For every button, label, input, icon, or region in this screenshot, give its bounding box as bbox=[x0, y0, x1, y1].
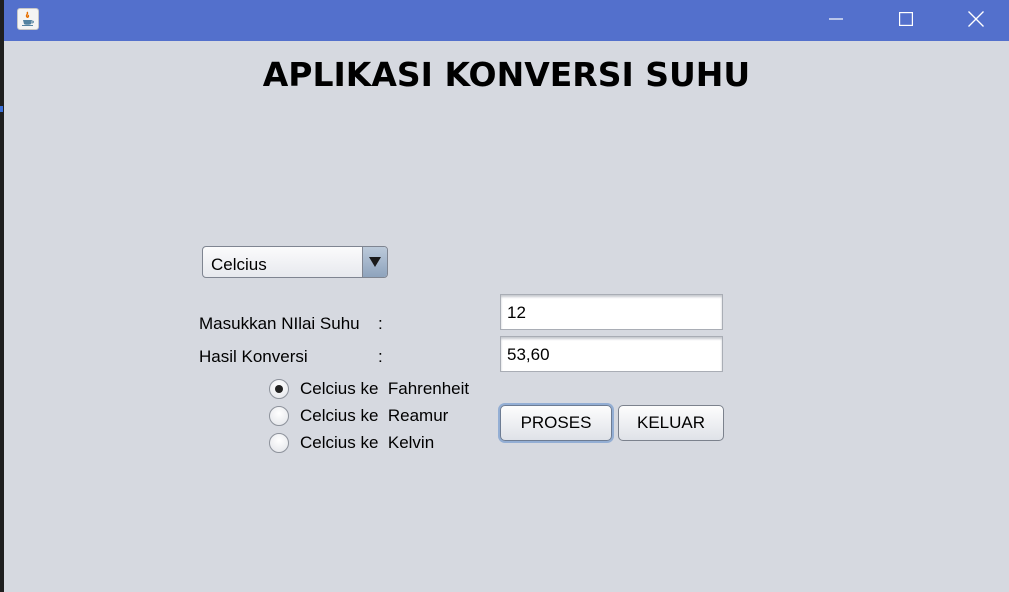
radio-button[interactable] bbox=[269, 379, 289, 399]
radio-option-reamur[interactable]: Celcius ke Reamur bbox=[269, 404, 448, 428]
maximize-button[interactable] bbox=[871, 0, 941, 38]
triangle-down-icon bbox=[369, 257, 381, 267]
radio-label: Celcius ke Fahrenheit bbox=[300, 379, 470, 398]
result-colon: : bbox=[378, 347, 383, 366]
edge-accent bbox=[0, 106, 3, 112]
exit-button[interactable]: KELUAR bbox=[618, 405, 724, 441]
minimize-icon bbox=[829, 18, 843, 20]
radio-option-kelvin[interactable]: Celcius ke Kelvin bbox=[269, 431, 434, 455]
radio-button[interactable] bbox=[269, 406, 289, 426]
radio-label: Celcius ke Reamur bbox=[300, 406, 449, 425]
app-window: APLIKASI KONVERSI SUHU Celcius Masukkan … bbox=[4, 0, 1009, 592]
radio-option-fahrenheit[interactable]: Celcius ke Fahrenheit bbox=[269, 377, 469, 401]
page-title: APLIKASI KONVERSI SUHU bbox=[262, 55, 751, 94]
close-button[interactable] bbox=[941, 0, 1009, 38]
minimize-button[interactable] bbox=[801, 0, 871, 38]
result-field-value: 53,60 bbox=[507, 345, 550, 364]
result-field[interactable]: 53,60 bbox=[500, 336, 723, 372]
process-button[interactable]: PROSES bbox=[500, 405, 612, 441]
java-icon[interactable] bbox=[17, 8, 39, 30]
unit-select[interactable]: Celcius bbox=[202, 246, 388, 278]
maximize-icon bbox=[899, 12, 913, 26]
temperature-input-value: 12 bbox=[507, 303, 526, 322]
close-icon bbox=[968, 11, 984, 27]
title-bar bbox=[4, 0, 1009, 41]
radio-label: Celcius ke Kelvin bbox=[300, 433, 435, 452]
temperature-input[interactable]: 12 bbox=[500, 294, 723, 330]
input-colon: : bbox=[378, 314, 383, 333]
radio-button[interactable] bbox=[269, 433, 289, 453]
input-label: Masukkan NIlai Suhu bbox=[199, 314, 360, 333]
unit-select-value: Celcius bbox=[211, 255, 267, 274]
result-label: Hasil Konversi bbox=[199, 347, 308, 366]
dropdown-arrow-button[interactable] bbox=[362, 247, 387, 277]
